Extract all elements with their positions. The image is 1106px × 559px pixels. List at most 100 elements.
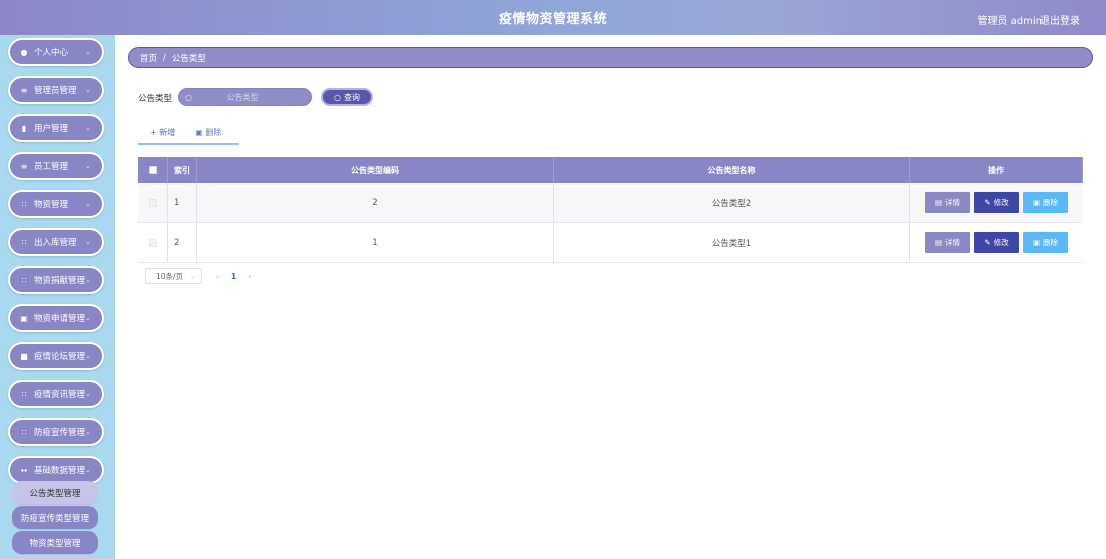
delete-button-label: 删除 [205, 127, 222, 137]
breadcrumb-current: 公告类型 [171, 53, 206, 64]
sidebar-item-label: 疫情论坛管理 [33, 352, 85, 362]
chevron-down-icon: ⌄ [85, 86, 91, 94]
detail-button[interactable]: ▤ 详情 [925, 232, 970, 253]
cell-actions: ▤ 详情 ✎ 修改 ▣ 删除 [910, 223, 1083, 262]
sidebar: ● 个人中心 ⌄ ≡ 管理员管理 ⌄ ▮ 用户管理 ⌄ ≡ 员工管理 ⌄ ∷ 物… [0, 35, 115, 559]
logout-link[interactable]: 退出登录 [1040, 12, 1080, 27]
row-checkbox[interactable] [148, 238, 157, 247]
submenu-item-notice-type[interactable]: 公告类型管理 [12, 481, 98, 505]
sidebar-item-forum-management[interactable]: ■ 疫情论坛管理 ⌄ [8, 342, 104, 370]
row-select-cell [138, 223, 168, 262]
submenu-item-publicity-type[interactable]: 防疫宣传类型管理 [12, 506, 98, 530]
search-input[interactable]: ○ 公告类型 [178, 88, 312, 106]
select-all-cell [138, 157, 168, 183]
edit-button[interactable]: ✎ 修改 [974, 232, 1019, 253]
delete-button-label: 删除 [1043, 238, 1059, 247]
chevron-down-icon: ⌄ [85, 352, 91, 360]
breadcrumb-home[interactable]: 首页 [140, 52, 157, 64]
sidebar-item-label: 个人中心 [34, 48, 69, 58]
sidebar-item-news-management[interactable]: ∷ 疫情资讯管理 ⌄ [8, 380, 104, 408]
document-icon: ▤ [934, 198, 943, 207]
cell-code: 2 [197, 183, 554, 222]
sidebar-item-label: 基础数据管理 [33, 466, 85, 476]
sidebar-item-label: 出入库管理 [34, 238, 77, 248]
sidebar-item-label: 用户管理 [34, 124, 69, 134]
search-icon: ○ [334, 92, 341, 102]
search-button[interactable]: ○ 查询 [321, 88, 373, 106]
sidebar-item-label: 员工管理 [34, 162, 69, 172]
add-button[interactable]: + 新增 [150, 127, 175, 138]
delete-button[interactable]: ▣ 删除 [1023, 192, 1068, 213]
search-button-label: 查询 [343, 92, 360, 102]
add-button-label: 新增 [159, 127, 176, 137]
pencil-icon: ✎ [984, 198, 991, 207]
form-icon: ▣ [20, 313, 28, 323]
detail-button-label: 详情 [945, 198, 961, 207]
plus-icon: + [150, 127, 160, 137]
sidebar-item-label: 物资管理 [34, 200, 69, 210]
edit-button[interactable]: ✎ 修改 [974, 192, 1019, 213]
chevron-down-icon: ⌄ [85, 314, 91, 322]
chevron-down-icon: ⌄ [85, 428, 91, 436]
sidebar-item-user-management[interactable]: ▮ 用户管理 ⌄ [8, 114, 104, 142]
cell-code: 1 [197, 223, 554, 262]
cell-actions: ▤ 详情 ✎ 修改 ▣ 删除 [910, 183, 1083, 222]
person-icon: ● [20, 47, 28, 57]
breadcrumb-separator: / [163, 52, 166, 63]
grid-icon: ∷ [21, 275, 27, 285]
sidebar-item-application-management[interactable]: ▣ 物资申请管理 ⌄ [8, 304, 104, 332]
page-size-value: 10条/页 [156, 271, 184, 281]
chevron-down-icon: ⌄ [85, 238, 91, 246]
table-header: 索引 公告类型编码 公告类型名称 操作 [138, 157, 1083, 183]
detail-button[interactable]: ▤ 详情 [925, 192, 970, 213]
table-row: 1 2 公告类型2 ▤ 详情 ✎ 修改 ▣ 删除 [138, 183, 1083, 223]
cell-name: 公告类型2 [554, 183, 910, 222]
document-icon: ▤ [934, 238, 943, 247]
sidebar-item-label: 物资申请管理 [33, 314, 85, 324]
page-size-select[interactable]: 10条/页 ⌄ [145, 268, 202, 284]
bar-chart-icon: ▮ [21, 123, 27, 133]
bulk-delete-button[interactable]: ▣ 删除 [195, 127, 221, 138]
prev-page-button[interactable]: ‹ [216, 272, 219, 281]
pencil-icon: ✎ [984, 238, 991, 247]
top-header: 疫情物资管理系统 管理员 admin 退出登录 [0, 0, 1106, 35]
search-label: 公告类型 [138, 94, 173, 104]
sidebar-item-donation-management[interactable]: ∷ 物资捐献管理 ⌄ [8, 266, 104, 294]
sidebar-item-publicity-management[interactable]: ∷ 防疫宣传管理 ⌄ [8, 418, 104, 446]
edit-button-label: 修改 [993, 198, 1009, 207]
column-header-index: 索引 [168, 157, 197, 183]
submenu-item-supplies-type[interactable]: 物资类型管理 [12, 531, 98, 555]
chevron-down-icon: ⌄ [85, 162, 91, 170]
sidebar-item-label: 疫情资讯管理 [33, 390, 85, 400]
cell-index: 1 [168, 183, 197, 222]
chevron-down-icon: ⌄ [189, 272, 195, 280]
action-bar: + 新增 ▣ 删除 [138, 121, 239, 145]
grid-icon: ∷ [21, 237, 27, 247]
page-number[interactable]: 1 [231, 272, 236, 281]
search-placeholder: 公告类型 [226, 92, 259, 102]
list-icon: ≡ [20, 85, 28, 95]
sidebar-item-supplies-management[interactable]: ∷ 物资管理 ⌄ [8, 190, 104, 218]
delete-button[interactable]: ▣ 删除 [1023, 232, 1068, 253]
select-all-checkbox[interactable] [148, 166, 157, 174]
sidebar-item-inout-management[interactable]: ∷ 出入库管理 ⌄ [8, 228, 104, 256]
sidebar-item-basic-data-management[interactable]: ↔ 基础数据管理 ⌄ [8, 456, 104, 484]
data-table: 索引 公告类型编码 公告类型名称 操作 1 2 公告类型2 ▤ 详情 ✎ 修改 ▣ 删… [138, 157, 1083, 263]
next-page-button[interactable]: › [248, 272, 251, 281]
sidebar-item-label: 物资捐献管理 [33, 276, 85, 286]
sidebar-item-employee-management[interactable]: ≡ 员工管理 ⌄ [8, 152, 104, 180]
clipboard-icon: ■ [20, 351, 28, 361]
chevron-down-icon: ⌄ [85, 466, 91, 474]
sidebar-item-personal-center[interactable]: ● 个人中心 ⌄ [8, 38, 104, 66]
table-row: 2 1 公告类型1 ▤ 详情 ✎ 修改 ▣ 删除 [138, 223, 1083, 263]
row-select-cell [138, 183, 168, 222]
detail-button-label: 详情 [945, 238, 961, 247]
list-icon: ≡ [20, 161, 28, 171]
cell-index: 2 [168, 223, 197, 262]
sidebar-item-admin-management[interactable]: ≡ 管理员管理 ⌄ [8, 76, 104, 104]
grid-icon: ∷ [21, 427, 27, 437]
sidebar-item-label: 管理员管理 [34, 86, 77, 96]
trash-icon: ▣ [1032, 238, 1041, 247]
row-checkbox[interactable] [148, 198, 157, 207]
cell-name: 公告类型1 [554, 223, 910, 262]
